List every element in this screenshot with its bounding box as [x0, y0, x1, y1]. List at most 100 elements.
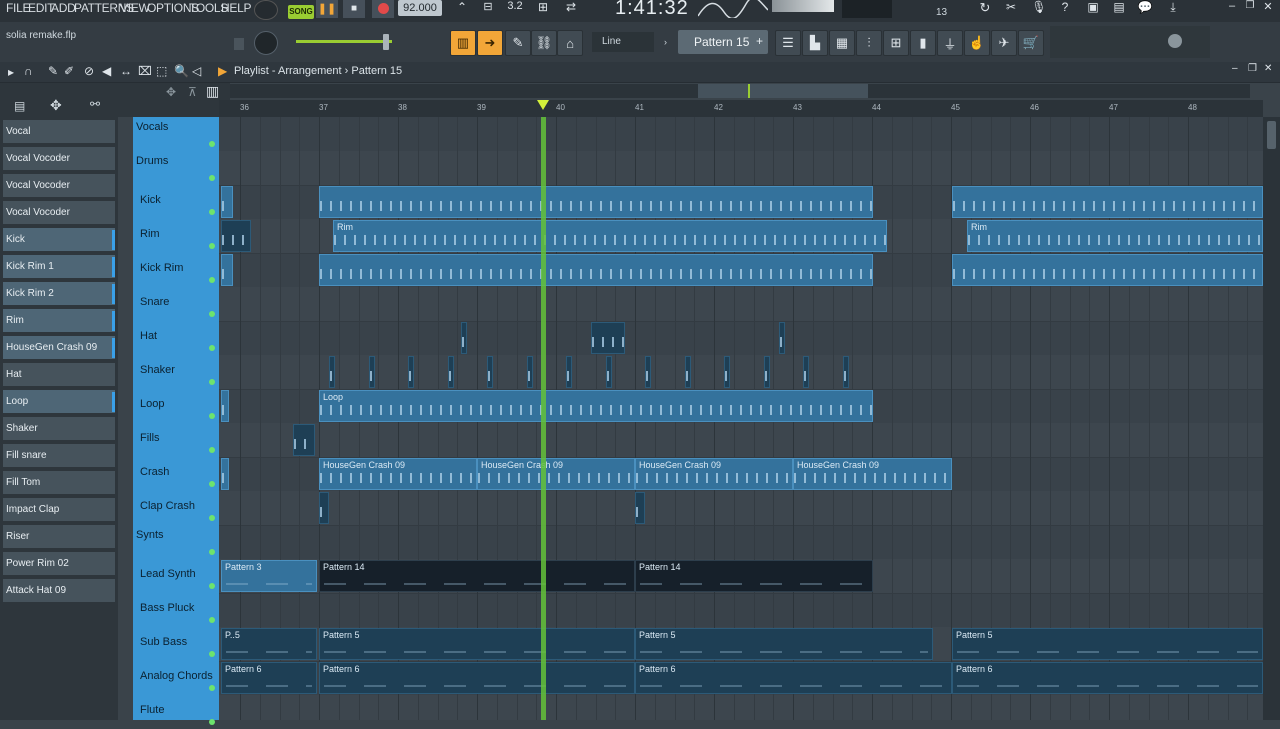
track-lane[interactable]: [219, 491, 1263, 526]
browser-item[interactable]: Vocal Vocoder: [3, 174, 115, 198]
menu-help[interactable]: HELP: [221, 0, 251, 18]
browser-item[interactable]: Vocal Vocoder: [3, 147, 115, 171]
menu-view[interactable]: VIEW: [120, 0, 150, 18]
track-lane[interactable]: [219, 151, 1263, 186]
clip[interactable]: [779, 322, 785, 354]
browser-item[interactable]: Kick: [3, 228, 115, 252]
clip[interactable]: [645, 356, 651, 388]
browser-item[interactable]: Attack Hat 09: [3, 579, 115, 603]
restore-icon[interactable]: ❐: [1242, 0, 1258, 14]
stop-button[interactable]: ■: [343, 0, 365, 18]
track-lane[interactable]: [219, 287, 1263, 322]
clip[interactable]: HouseGen Crash 09: [477, 458, 635, 490]
track-enable-icon[interactable]: [209, 311, 215, 317]
paint-icon[interactable]: ✐: [64, 64, 74, 78]
speaker-icon[interactable]: ◁: [192, 64, 201, 78]
clip[interactable]: [408, 356, 414, 388]
track-header[interactable]: Rim: [133, 219, 219, 253]
browser-move-icon[interactable]: ✥: [50, 97, 62, 114]
playlist-overview[interactable]: [230, 84, 1250, 98]
track-lane[interactable]: [219, 355, 1263, 390]
track-header[interactable]: Snare: [133, 287, 219, 321]
clip[interactable]: [803, 356, 809, 388]
master-volume-slider[interactable]: [296, 40, 392, 43]
track-enable-icon[interactable]: [209, 617, 215, 623]
clip[interactable]: [684, 356, 691, 388]
pattern-mode-button[interactable]: ➜: [477, 30, 503, 56]
globe-icon[interactable]: [1168, 34, 1182, 48]
piano-roll-button[interactable]: ▙: [802, 30, 828, 56]
track-pin-icon[interactable]: ⊼: [188, 85, 197, 99]
browser-item[interactable]: Loop: [3, 390, 115, 414]
clip[interactable]: [221, 186, 233, 218]
track-header[interactable]: Loop: [133, 389, 219, 423]
touch-button[interactable]: ☝: [964, 30, 990, 56]
zoom-icon[interactable]: 🔍: [174, 64, 189, 78]
export-button[interactable]: ✈: [991, 30, 1017, 56]
pattern-selector[interactable]: Pattern 15: [678, 30, 768, 54]
clip[interactable]: HouseGen Crash 09: [319, 458, 477, 490]
slice-icon[interactable]: ⌧: [138, 64, 152, 78]
clip[interactable]: [605, 356, 612, 388]
scrollbar-thumb[interactable]: [1267, 121, 1276, 149]
clip[interactable]: [566, 356, 572, 388]
add-pattern-button[interactable]: +: [756, 34, 768, 50]
track-header[interactable]: Shaker: [133, 355, 219, 389]
clip[interactable]: [221, 458, 229, 490]
track-header[interactable]: Analog Chords: [133, 661, 219, 695]
refresh-icon[interactable]: ↻: [976, 0, 994, 18]
track-enable-icon[interactable]: [209, 141, 215, 147]
track-lane[interactable]: [219, 117, 1263, 152]
browser-item[interactable]: Kick Rim 1: [3, 255, 115, 279]
stamp-tool-button[interactable]: ⌂: [557, 30, 583, 56]
clip[interactable]: [952, 186, 1263, 218]
clip[interactable]: [293, 424, 315, 456]
master-pitch-slider[interactable]: [772, 0, 834, 12]
clip[interactable]: [526, 356, 533, 388]
track-header[interactable]: Bass Pluck: [133, 593, 219, 627]
track-header[interactable]: Clap Crash: [133, 491, 219, 525]
record-button[interactable]: [372, 0, 394, 18]
track-enable-icon[interactable]: [209, 651, 215, 657]
link-tool-button[interactable]: ⛓: [531, 30, 557, 56]
browser-button[interactable]: ⊞: [883, 30, 909, 56]
save-icon[interactable]: ▣: [1084, 0, 1102, 18]
help-icon[interactable]: ?: [1056, 0, 1074, 18]
track-pattern-icon[interactable]: ▥: [206, 83, 219, 100]
track-enable-icon[interactable]: [209, 345, 215, 351]
clip[interactable]: Pattern 6: [319, 662, 635, 694]
clip[interactable]: [635, 492, 645, 524]
clip[interactable]: [221, 254, 233, 286]
track-header[interactable]: Kick: [133, 185, 219, 219]
clip[interactable]: Rim: [967, 220, 1263, 252]
track-enable-icon[interactable]: [209, 209, 215, 215]
clip[interactable]: [447, 356, 454, 388]
render-icon[interactable]: ▤: [1110, 0, 1128, 18]
clip[interactable]: HouseGen Crash 09: [793, 458, 952, 490]
track-header[interactable]: Kick Rim: [133, 253, 219, 287]
close-icon[interactable]: ✕: [1260, 0, 1276, 14]
delete-icon[interactable]: ⊘: [84, 64, 94, 78]
track-header[interactable]: Synts: [133, 525, 219, 559]
track-lane[interactable]: [219, 695, 1263, 720]
track-header[interactable]: Fills: [133, 423, 219, 457]
clip[interactable]: [329, 356, 335, 388]
magnet-icon[interactable]: ∩: [24, 64, 33, 78]
track-enable-icon[interactable]: [209, 277, 215, 283]
countdown-icon[interactable]: 3.2: [504, 0, 526, 18]
arrow-right-icon[interactable]: ▸: [8, 65, 14, 79]
loop-record-icon[interactable]: ⇄: [560, 0, 582, 18]
track-header[interactable]: Drums: [133, 151, 219, 185]
vertical-scrollbar[interactable]: [1263, 117, 1280, 720]
menu-file[interactable]: FILE: [6, 0, 30, 18]
clip[interactable]: Pattern 6: [952, 662, 1263, 694]
track-header[interactable]: Vocals: [133, 117, 219, 151]
window-minimize-icon[interactable]: –: [1232, 63, 1238, 74]
track-lane[interactable]: [219, 525, 1263, 560]
window-restore-icon[interactable]: ❐: [1248, 63, 1257, 74]
clip[interactable]: [591, 322, 625, 354]
browser-item[interactable]: Shaker: [3, 417, 115, 441]
track-header[interactable]: Sub Bass: [133, 627, 219, 661]
clip[interactable]: Pattern 5: [952, 628, 1263, 660]
track-lane[interactable]: [219, 321, 1263, 356]
